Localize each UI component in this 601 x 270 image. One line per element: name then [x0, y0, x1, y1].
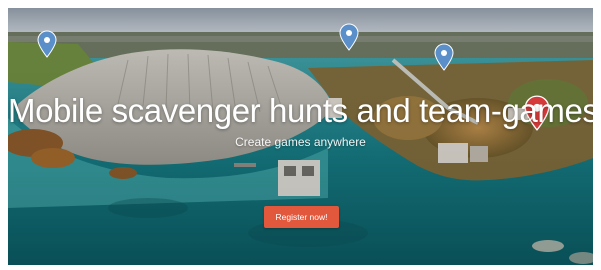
- map-pin-icon: [434, 43, 454, 71]
- hero-subheadline: Create games anywhere: [235, 135, 366, 149]
- hero-banner: Mobile scavenger hunts and team-games Cr…: [8, 8, 593, 265]
- map-pin-icon: [339, 23, 359, 51]
- register-button[interactable]: Register now!: [264, 206, 339, 228]
- map-pin-icon: [37, 30, 57, 58]
- hero-headline: Mobile scavenger hunts and team-games: [8, 92, 593, 129]
